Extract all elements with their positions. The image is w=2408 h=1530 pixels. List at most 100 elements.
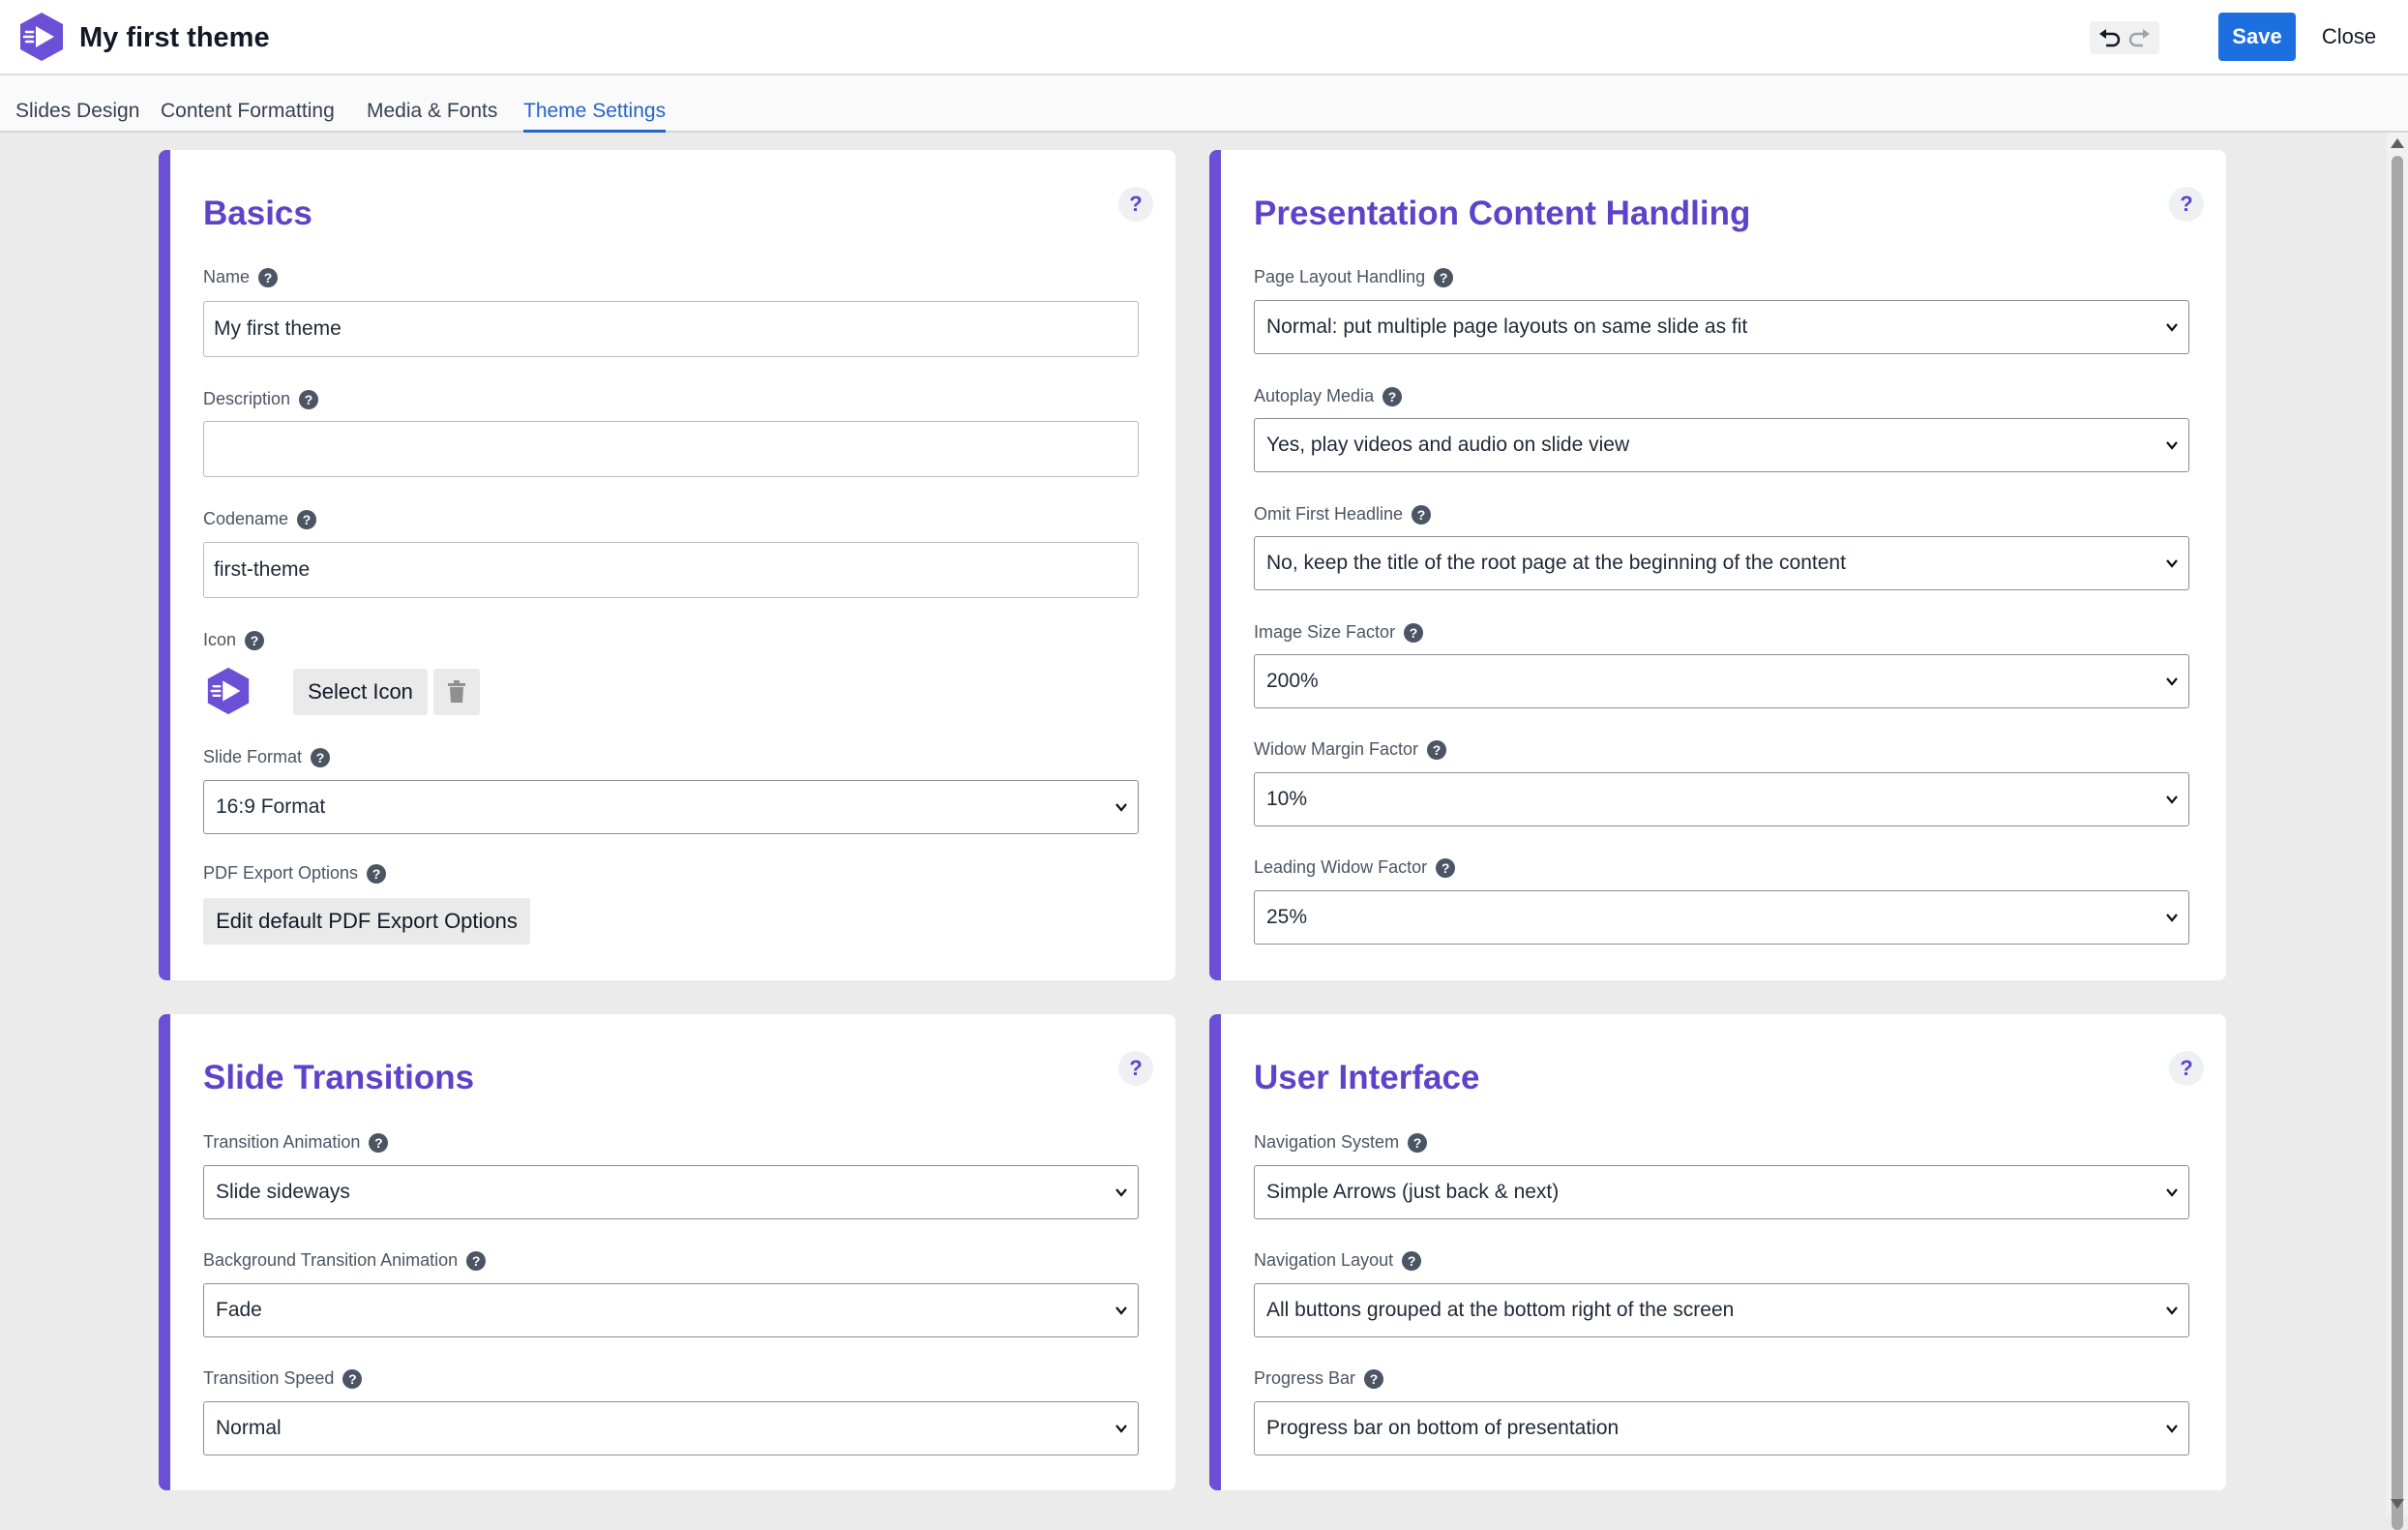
user-interface-title: User Interface bbox=[1254, 1059, 1480, 1096]
transitions-help-icon[interactable]: ? bbox=[1118, 1051, 1153, 1086]
nav-system-label-text: Navigation System bbox=[1254, 1132, 1400, 1152]
transition-animation-label-text: Transition Animation bbox=[203, 1132, 361, 1152]
description-help-icon[interactable]: ? bbox=[299, 389, 319, 409]
name-help-icon[interactable]: ? bbox=[258, 267, 279, 287]
leading-widow-value: 25% bbox=[1266, 906, 1308, 928]
edit-pdf-export-button[interactable]: Edit default PDF Export Options bbox=[203, 898, 530, 945]
autoplay-select[interactable]: Yes, play videos and audio on slide view bbox=[1254, 418, 2189, 472]
nav-system-select[interactable]: Simple Arrows (just back & next) bbox=[1254, 1165, 2189, 1219]
chevron-down-icon bbox=[1115, 1306, 1127, 1315]
widow-margin-help-icon[interactable]: ? bbox=[1427, 739, 1447, 760]
scrollbar[interactable] bbox=[2387, 133, 2408, 1530]
transition-animation-help-icon[interactable]: ? bbox=[369, 1132, 389, 1153]
content-handling-title: Presentation Content Handling bbox=[1254, 195, 1751, 232]
name-input[interactable]: My first theme bbox=[203, 301, 1139, 357]
description-input[interactable] bbox=[203, 421, 1139, 477]
slide-format-label: Slide Format? bbox=[203, 747, 331, 767]
slide-format-select[interactable]: 16:9 Format bbox=[203, 780, 1139, 834]
transition-speed-select[interactable]: Normal bbox=[203, 1401, 1139, 1455]
save-button[interactable]: Save bbox=[2218, 13, 2296, 61]
chevron-down-icon bbox=[2166, 1425, 2178, 1433]
autoplay-label: Autoplay Media? bbox=[1254, 386, 1403, 406]
user-interface-help-icon[interactable]: ? bbox=[2169, 1051, 2204, 1086]
image-size-label-text: Image Size Factor bbox=[1254, 622, 1396, 642]
bg-transition-value: Fade bbox=[216, 1299, 262, 1321]
nav-system-help-icon[interactable]: ? bbox=[1408, 1132, 1428, 1153]
history-controls bbox=[2090, 21, 2159, 54]
page-layout-label: Page Layout Handling? bbox=[1254, 267, 1454, 287]
progress-bar-select[interactable]: Progress bar on bottom of presentation bbox=[1254, 1401, 2189, 1455]
pdf-export-label-text: PDF Export Options bbox=[203, 863, 359, 883]
redo-icon[interactable] bbox=[2126, 26, 2152, 49]
top-bar: My first theme Save Close bbox=[0, 0, 2408, 75]
omit-headline-help-icon[interactable]: ? bbox=[1412, 504, 1432, 525]
chevron-down-icon bbox=[1115, 1188, 1127, 1197]
transition-speed-help-icon[interactable]: ? bbox=[342, 1368, 363, 1389]
transition-speed-label-text: Transition Speed bbox=[203, 1368, 335, 1388]
codename-help-icon[interactable]: ? bbox=[297, 509, 317, 529]
content-handling-help-icon[interactable]: ? bbox=[2169, 187, 2204, 222]
image-size-select[interactable]: 200% bbox=[1254, 654, 2189, 708]
page-layout-label-text: Page Layout Handling bbox=[1254, 267, 1426, 286]
tab-content-formatting[interactable]: Content Formatting bbox=[161, 75, 335, 133]
icon-help-icon[interactable]: ? bbox=[245, 630, 265, 650]
transitions-title: Slide Transitions bbox=[203, 1059, 475, 1096]
scroll-up-icon[interactable] bbox=[2391, 138, 2404, 148]
tab-slides-design[interactable]: Slides Design bbox=[15, 75, 139, 133]
bg-transition-help-icon[interactable]: ? bbox=[466, 1250, 487, 1271]
tab-media-fonts[interactable]: Media & Fonts bbox=[367, 75, 497, 133]
transition-animation-select[interactable]: Slide sideways bbox=[203, 1165, 1139, 1219]
trash-icon bbox=[448, 680, 465, 703]
content-handling-card: Presentation Content Handling ? Page Lay… bbox=[1209, 150, 2226, 980]
page-layout-select[interactable]: Normal: put multiple page layouts on sam… bbox=[1254, 300, 2189, 354]
widow-margin-select[interactable]: 10% bbox=[1254, 772, 2189, 826]
omit-headline-value: No, keep the title of the root page at t… bbox=[1266, 552, 1846, 574]
scroll-down-icon[interactable] bbox=[2391, 1499, 2404, 1509]
chevron-down-icon bbox=[2166, 323, 2178, 332]
omit-headline-select[interactable]: No, keep the title of the root page at t… bbox=[1254, 536, 2189, 590]
leading-widow-label-text: Leading Widow Factor bbox=[1254, 857, 1428, 877]
leading-widow-select[interactable]: 25% bbox=[1254, 890, 2189, 945]
nav-layout-label-text: Navigation Layout bbox=[1254, 1250, 1394, 1270]
page-layout-help-icon[interactable]: ? bbox=[1434, 267, 1454, 287]
nav-layout-value: All buttons grouped at the bottom right … bbox=[1266, 1299, 1735, 1321]
scrollbar-thumb[interactable] bbox=[2392, 156, 2403, 1530]
basics-title: Basics bbox=[203, 195, 312, 232]
chevron-down-icon bbox=[1115, 1425, 1127, 1433]
omit-headline-label-text: Omit First Headline bbox=[1254, 504, 1404, 524]
pdf-export-label: PDF Export Options? bbox=[203, 863, 387, 884]
user-interface-card: User Interface ? Navigation System? Simp… bbox=[1209, 1014, 2226, 1490]
slide-format-help-icon[interactable]: ? bbox=[311, 747, 331, 767]
nav-system-value: Simple Arrows (just back & next) bbox=[1266, 1181, 1560, 1203]
codename-label-text: Codename bbox=[203, 509, 289, 528]
tab-theme-settings[interactable]: Theme Settings bbox=[523, 75, 667, 133]
name-label-text: Name bbox=[203, 267, 251, 286]
undo-icon[interactable] bbox=[2097, 26, 2123, 49]
nav-layout-help-icon[interactable]: ? bbox=[1402, 1250, 1422, 1271]
basics-help-icon[interactable]: ? bbox=[1118, 187, 1153, 222]
leading-widow-help-icon[interactable]: ? bbox=[1436, 857, 1456, 878]
progress-bar-label: Progress Bar? bbox=[1254, 1368, 1384, 1389]
icon-label: Icon? bbox=[203, 630, 265, 650]
pdf-export-help-icon[interactable]: ? bbox=[367, 863, 387, 884]
bg-transition-label: Background Transition Animation? bbox=[203, 1250, 487, 1271]
transition-animation-label: Transition Animation? bbox=[203, 1132, 389, 1153]
name-label: Name? bbox=[203, 267, 279, 287]
theme-icon-preview bbox=[207, 667, 250, 715]
basics-card: Basics ? Name? My first theme Descriptio… bbox=[159, 150, 1175, 980]
select-icon-button[interactable]: Select Icon bbox=[293, 669, 428, 715]
transition-speed-label: Transition Speed? bbox=[203, 1368, 363, 1389]
close-button[interactable]: Close bbox=[2312, 13, 2386, 61]
bg-transition-select[interactable]: Fade bbox=[203, 1283, 1139, 1337]
page-title: My first theme bbox=[79, 22, 270, 53]
codename-label: Codename? bbox=[203, 509, 317, 529]
delete-icon-button[interactable] bbox=[433, 669, 480, 715]
progress-bar-help-icon[interactable]: ? bbox=[1364, 1368, 1384, 1389]
transition-speed-value: Normal bbox=[216, 1417, 282, 1439]
chevron-down-icon bbox=[2166, 1306, 2178, 1315]
image-size-help-icon[interactable]: ? bbox=[1404, 622, 1424, 643]
progress-bar-label-text: Progress Bar bbox=[1254, 1368, 1356, 1388]
nav-layout-select[interactable]: All buttons grouped at the bottom right … bbox=[1254, 1283, 2189, 1337]
autoplay-help-icon[interactable]: ? bbox=[1382, 386, 1403, 406]
codename-input[interactable]: first-theme bbox=[203, 542, 1139, 598]
